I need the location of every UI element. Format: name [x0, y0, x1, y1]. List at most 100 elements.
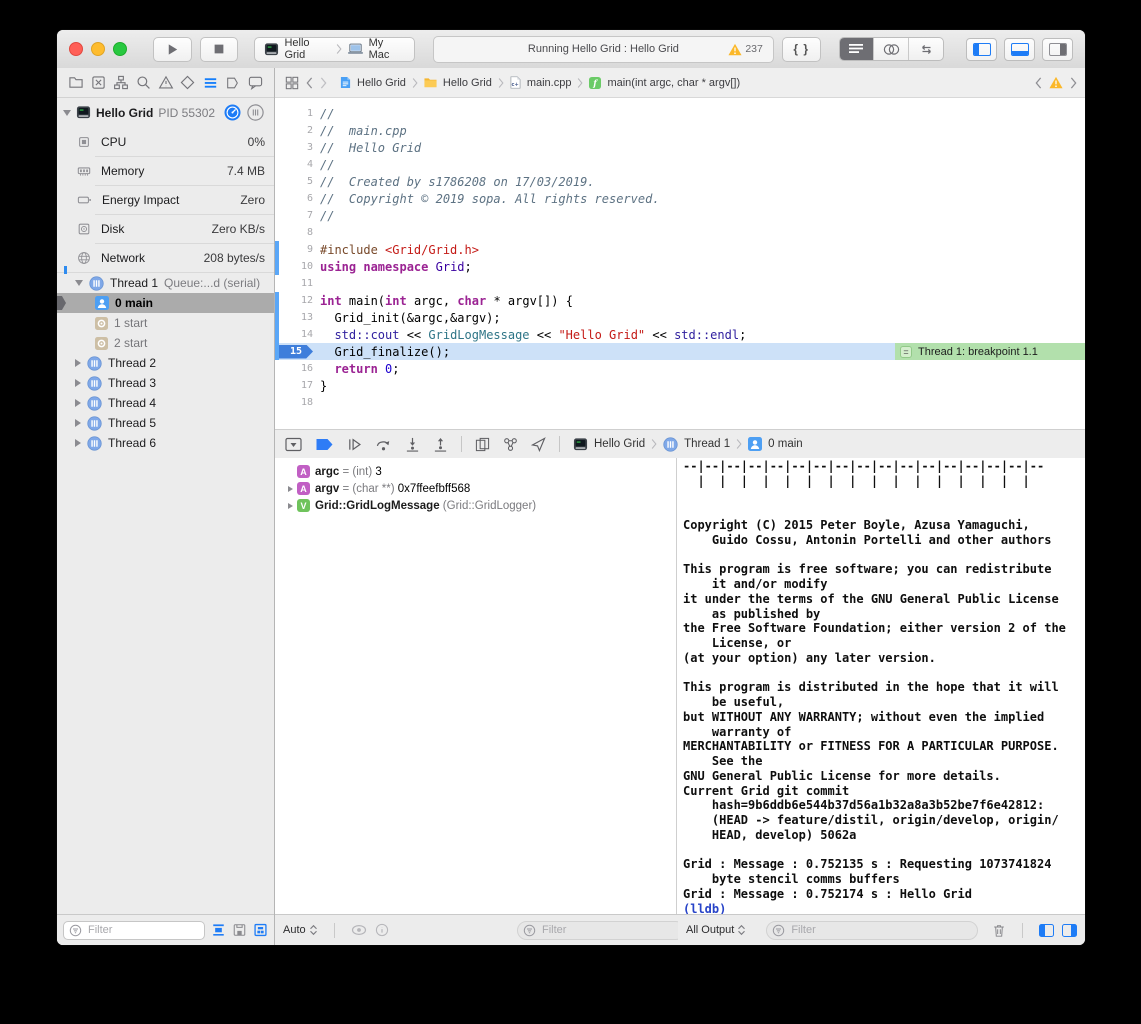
hide-debug-area-button[interactable]: [285, 437, 302, 452]
variables-scope-selector[interactable]: Auto: [283, 924, 318, 936]
source-editor[interactable]: 1//2// main.cpp3// Hello Grid4//5// Crea…: [275, 98, 1085, 436]
line-number[interactable]: 5: [279, 176, 320, 187]
line-number[interactable]: 11: [279, 278, 320, 289]
info-icon[interactable]: [375, 923, 389, 937]
zoom-window-button[interactable]: [113, 42, 127, 56]
memory-graph-button[interactable]: [503, 437, 518, 452]
code-line[interactable]: 4//: [275, 156, 1085, 173]
breadcrumb-item[interactable]: Thread 1: [684, 438, 730, 450]
navigator-tab-debug[interactable]: [200, 73, 220, 93]
line-number[interactable]: 18: [279, 397, 320, 408]
navigator-tab-source-control[interactable]: [88, 73, 108, 93]
clear-console-button[interactable]: [992, 923, 1006, 938]
breakpoint-badge[interactable]: 15: [279, 345, 313, 359]
thread-row[interactable]: Thread 6: [57, 433, 274, 453]
code-line[interactable]: 6// Copyright © 2019 sopa. All rights re…: [275, 190, 1085, 207]
assistant-editor-button[interactable]: [874, 38, 909, 60]
variables-filter-input[interactable]: [540, 923, 679, 937]
disclosure-triangle[interactable]: [75, 379, 81, 387]
code-line[interactable]: 10using namespace Grid;: [275, 258, 1085, 275]
show-variables-toggle[interactable]: [1039, 924, 1054, 937]
navigator-tab-breakpoint[interactable]: [223, 73, 243, 93]
code-line[interactable]: 5// Created by s1786208 on 17/03/2019.: [275, 173, 1085, 190]
close-window-button[interactable]: [69, 42, 83, 56]
run-button[interactable]: [153, 37, 192, 62]
navigator-tab-issue[interactable]: [156, 73, 176, 93]
breadcrumb-item[interactable]: Hello Grid: [357, 77, 406, 89]
show-console-toggle[interactable]: [1062, 924, 1077, 937]
line-number[interactable]: 14: [279, 329, 320, 340]
thread-row[interactable]: Thread 1Queue:...d (serial): [57, 273, 274, 293]
disclosure-triangle[interactable]: [75, 419, 81, 427]
disclosure-triangle[interactable]: [284, 486, 297, 492]
gauge-row-disk[interactable]: DiskZero KB/s: [57, 214, 274, 243]
line-number[interactable]: 17: [279, 380, 320, 391]
code-line[interactable]: 11: [275, 275, 1085, 292]
variables-filter-field[interactable]: [517, 921, 685, 940]
issue-warning-icon[interactable]: [1049, 76, 1063, 89]
code-line[interactable]: 16 return 0;: [275, 360, 1085, 377]
go-forward-button[interactable]: [320, 77, 327, 89]
code-line[interactable]: 18: [275, 394, 1085, 411]
related-items-icon[interactable]: [285, 76, 299, 90]
disclosure-triangle[interactable]: [75, 280, 83, 286]
line-number[interactable]: 7: [279, 210, 320, 221]
variable-row[interactable]: VGrid::GridLogMessage (Grid::GridLogger): [275, 497, 676, 514]
code-line[interactable]: 8: [275, 224, 1085, 241]
continue-button[interactable]: [347, 437, 362, 452]
code-line[interactable]: 12int main(int argc, char * argv[]) {: [275, 292, 1085, 309]
scheme-selector[interactable]: Hello Grid My Mac: [254, 37, 415, 62]
line-number[interactable]: 9: [279, 244, 320, 255]
warning-count-badge[interactable]: 237: [728, 43, 763, 56]
toggle-debug-area-button[interactable]: [1004, 38, 1035, 61]
code-line[interactable]: 1//: [275, 105, 1085, 122]
line-number[interactable]: 16: [279, 363, 320, 374]
stop-button[interactable]: [200, 37, 239, 62]
flag-filter-icon[interactable]: [211, 923, 226, 937]
thread-row[interactable]: Thread 2: [57, 353, 274, 373]
line-number[interactable]: 6: [279, 193, 320, 204]
gauge-row-memory[interactable]: Memory7.4 MB: [57, 156, 274, 185]
console-scope-selector[interactable]: All Output: [686, 924, 746, 936]
navigator-tab-test[interactable]: [178, 73, 198, 93]
navigator-tab-report[interactable]: [245, 73, 265, 93]
lldb-prompt[interactable]: (lldb): [683, 902, 1085, 916]
activity-status[interactable]: Running Hello Grid : Hello Grid 237: [433, 36, 774, 63]
line-number[interactable]: 13: [279, 312, 320, 323]
library-button[interactable]: { }: [782, 37, 821, 62]
variable-row[interactable]: Aargv = (char **) 0x7ffeefbff568: [275, 480, 676, 497]
disclosure-triangle[interactable]: [75, 439, 81, 447]
previous-issue-button[interactable]: [1035, 77, 1042, 89]
step-into-button[interactable]: [405, 437, 420, 452]
line-number[interactable]: 10: [279, 261, 320, 272]
simulate-location-button[interactable]: [531, 437, 546, 452]
breadcrumb-item[interactable]: main.cpp: [527, 77, 572, 89]
stack-frame-row[interactable]: 1 start: [57, 313, 274, 333]
breakpoints-toggle-button[interactable]: [315, 438, 334, 451]
disclosure-triangle[interactable]: [75, 359, 81, 367]
console-filter-input[interactable]: [789, 923, 972, 937]
disclosure-triangle[interactable]: [75, 399, 81, 407]
console-filter-field[interactable]: [766, 921, 978, 940]
line-number[interactable]: 1: [279, 108, 320, 119]
variable-row[interactable]: Aargc = (int) 3: [275, 463, 676, 480]
code-line[interactable]: 15 Grid_finalize();=Thread 1: breakpoint…: [275, 343, 1085, 360]
navigator-filter-field[interactable]: [63, 921, 205, 940]
line-number[interactable]: 8: [279, 227, 320, 238]
thread-row[interactable]: Thread 3: [57, 373, 274, 393]
code-line[interactable]: 3// Hello Grid: [275, 139, 1085, 156]
disclosure-triangle[interactable]: [63, 110, 71, 116]
gauge-row-cpu[interactable]: CPU0%: [57, 127, 274, 156]
breadcrumb-item[interactable]: 0 main: [768, 438, 803, 450]
toggle-inspector-button[interactable]: [1042, 38, 1073, 61]
code-line[interactable]: 17}: [275, 377, 1085, 394]
disclosure-triangle[interactable]: [284, 503, 297, 509]
standard-editor-button[interactable]: [840, 38, 875, 60]
navigator-tab-find[interactable]: [133, 73, 153, 93]
breadcrumb-item[interactable]: main(int argc, char * argv[]): [607, 77, 740, 89]
toggle-navigator-button[interactable]: [966, 38, 997, 61]
next-issue-button[interactable]: [1070, 77, 1077, 89]
navigator-tab-project[interactable]: [66, 73, 86, 93]
code-line[interactable]: 14 std::cout << GridLogMessage << "Hello…: [275, 326, 1085, 343]
thread-row[interactable]: Thread 4: [57, 393, 274, 413]
